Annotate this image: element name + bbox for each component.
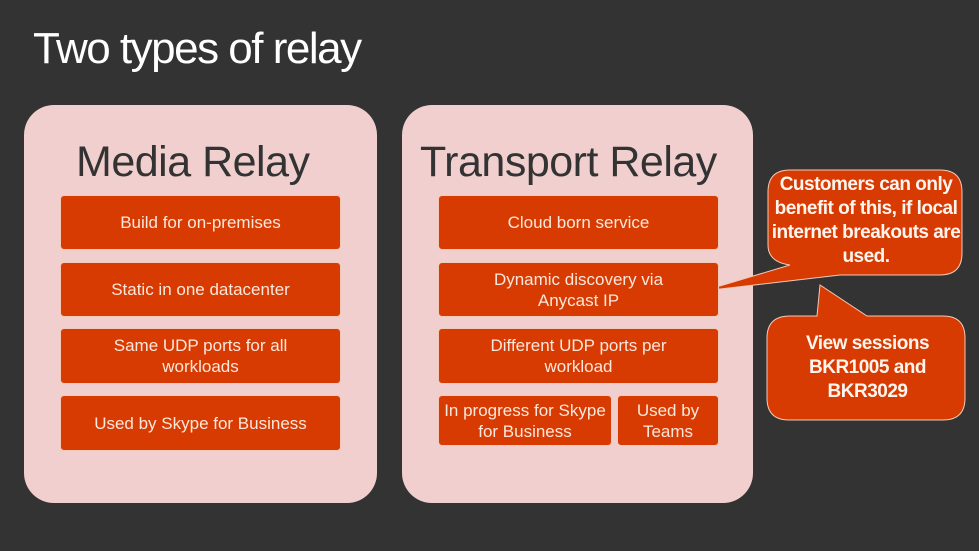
breakout-callout-text: Customers can only benefit of this, if l… [771, 174, 961, 267]
sessions-callout-text: View sessions BKR1005 and BKR3029 [805, 333, 930, 402]
transport-relay-item-udp-ports: Different UDP ports per workload [438, 328, 719, 384]
transport-relay-item-teams: Used by Teams [617, 395, 719, 446]
transport-relay-item-cloud: Cloud born service [438, 195, 719, 250]
transport-relay-item-skype-progress: In progress for Skype for Business [438, 395, 612, 446]
transport-relay-item-anycast: Dynamic discovery via Anycast IP [438, 262, 719, 317]
